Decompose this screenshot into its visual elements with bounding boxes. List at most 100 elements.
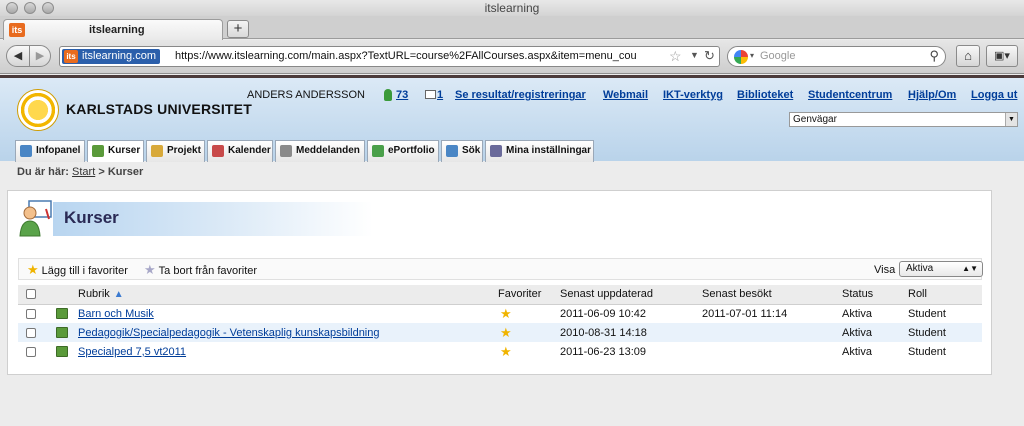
- university-name[interactable]: KARLSTADS UNIVERSITET: [66, 101, 252, 117]
- updated-cell: 2011-06-09 10:42: [560, 307, 647, 320]
- show-filter-value: Aktiva: [906, 263, 934, 274]
- browser-tab-label: itslearning: [89, 24, 145, 36]
- online-users-icon: [384, 89, 392, 101]
- courses-table: Rubrik ▲ Favoriter Senast uppdaterad Sena…: [18, 285, 982, 361]
- itslearning-favicon-icon: its: [9, 23, 25, 37]
- browser-tab[interactable]: its itslearning: [3, 19, 223, 40]
- table-row: Pedagogik/Specialpedagogik - Vetenskapli…: [18, 323, 982, 342]
- breadcrumb-start-link[interactable]: Start: [72, 166, 95, 178]
- show-filter-label: Visa: [874, 264, 896, 276]
- add-favorite-label: Lägg till i favoriter: [41, 265, 128, 277]
- status-cell: Aktiva: [842, 345, 872, 358]
- ikt-tools-link[interactable]: IKT-verktyg: [663, 89, 723, 101]
- help-link[interactable]: Hjälp/Om: [908, 89, 956, 101]
- show-filter-select[interactable]: Aktiva ▲▼: [899, 261, 983, 277]
- updated-column-header[interactable]: Senast uppdaterad: [560, 285, 702, 305]
- browser-navbar: ◀ ▶ its itslearning.com https://www.itsl…: [0, 40, 1024, 74]
- google-icon[interactable]: [734, 50, 748, 64]
- courses-teacher-icon: [19, 200, 52, 237]
- title-column-header[interactable]: Rubrik ▲: [78, 285, 498, 305]
- visited-column-header[interactable]: Senast besökt: [702, 285, 842, 305]
- tab-label: ePortfolio: [388, 145, 435, 156]
- breadcrumb-current: Kurser: [107, 166, 144, 178]
- star-add-icon: ★: [27, 262, 39, 277]
- add-favorite-button[interactable]: ★ Lägg till i favoriter: [27, 262, 128, 278]
- remove-favorite-button[interactable]: ★ Ta bort från favoriter: [144, 262, 257, 278]
- status-column-header[interactable]: Status: [842, 285, 908, 305]
- new-tab-button[interactable]: +: [227, 20, 249, 38]
- favorite-star-icon[interactable]: ★: [498, 344, 512, 359]
- project-icon: [151, 145, 163, 157]
- updated-cell: 2010-08-31 14:18: [560, 323, 702, 342]
- page: KARLSTADS UNIVERSITET ANDERS ANDERSSON 7…: [0, 75, 1024, 426]
- tab-calendar[interactable]: Kalender: [207, 140, 273, 162]
- search-engine-dropdown-icon[interactable]: ▾: [750, 51, 754, 60]
- select-all-checkbox[interactable]: [26, 289, 36, 300]
- reload-icon[interactable]: ↻: [704, 48, 715, 64]
- role-column-header[interactable]: Roll: [908, 285, 982, 305]
- university-logo-icon[interactable]: [17, 89, 59, 131]
- forward-button[interactable]: ▶: [29, 45, 51, 67]
- course-link[interactable]: Pedagogik/Specialpedagogik - Vetenskapli…: [78, 327, 380, 339]
- course-link[interactable]: Barn och Musik: [78, 308, 154, 320]
- favorites-toolbar: ★ Lägg till i favoriter ★ Ta bort från fav…: [18, 258, 983, 280]
- bookmark-star-icon[interactable]: ☆: [669, 48, 682, 65]
- course-link[interactable]: Specialped 7,5 vt2011: [78, 346, 186, 358]
- tab-label: Sök: [462, 145, 481, 156]
- url-history-dropdown-icon[interactable]: ▼: [690, 50, 699, 60]
- shortcuts-select[interactable]: Genvägar ▼: [789, 112, 1018, 127]
- row-checkbox[interactable]: [26, 327, 36, 338]
- row-checkbox[interactable]: [26, 346, 36, 357]
- back-button[interactable]: ◀: [6, 45, 30, 67]
- results-link[interactable]: Se resultat/registreringar: [455, 89, 586, 101]
- home-button[interactable]: ⌂: [956, 45, 980, 67]
- search-input[interactable]: Google: [760, 50, 795, 62]
- sort-ascending-icon[interactable]: ▲: [114, 289, 124, 300]
- tab-infopanel[interactable]: Infopanel: [15, 140, 85, 162]
- row-checkbox[interactable]: [26, 308, 36, 319]
- role-cell: Student: [908, 323, 982, 342]
- tab-label: Kurser: [108, 145, 141, 156]
- chevron-down-icon: ▼: [1005, 113, 1017, 126]
- tab-projects[interactable]: Projekt: [146, 140, 205, 162]
- favorite-star-icon[interactable]: ★: [498, 325, 512, 340]
- favorites-column-header[interactable]: Favoriter: [498, 285, 560, 305]
- settings-icon: [490, 145, 502, 157]
- breadcrumb: Du är här: Start > Kurser: [17, 166, 143, 178]
- tab-search[interactable]: Sök: [441, 140, 483, 162]
- tab-eportfolio[interactable]: ePortfolio: [367, 140, 439, 162]
- url-text[interactable]: https://www.itslearning.com/main.aspx?Te…: [175, 50, 665, 62]
- logout-link[interactable]: Logga ut: [971, 89, 1017, 101]
- bookmarks-menu-button[interactable]: ▣▾: [986, 45, 1018, 67]
- browser-tabstrip: its itslearning: [0, 16, 1024, 40]
- page-title: Kurser: [64, 208, 119, 227]
- table-row: Barn och Musik ★ 2011-06-09 10:42 2011-0…: [18, 304, 982, 323]
- site-header: KARLSTADS UNIVERSITET ANDERS ANDERSSON 7…: [0, 75, 1024, 162]
- breadcrumb-separator: >: [98, 166, 105, 178]
- messages-icon: [280, 145, 292, 157]
- role-cell: Student: [908, 345, 946, 358]
- tab-settings[interactable]: Mina inställningar: [485, 140, 594, 162]
- eportfolio-icon: [372, 145, 384, 157]
- student-center-link[interactable]: Studentcentrum: [808, 89, 892, 101]
- status-cell: Aktiva: [842, 323, 908, 342]
- library-link[interactable]: Biblioteket: [737, 89, 793, 101]
- itslearning-favicon-icon: its: [64, 50, 78, 63]
- visited-cell: [702, 342, 842, 361]
- online-users-count[interactable]: 73: [396, 89, 408, 101]
- site-identity-label: itslearning.com: [82, 50, 156, 62]
- tab-messages[interactable]: Meddelanden: [275, 140, 365, 162]
- status-cell: Aktiva: [842, 307, 872, 320]
- magnifier-icon[interactable]: ⚲: [929, 48, 939, 64]
- site-identity-badge[interactable]: its itslearning.com: [62, 49, 160, 64]
- table-header-row: Rubrik ▲ Favoriter Senast uppdaterad Sena…: [18, 285, 982, 305]
- search-bar[interactable]: ▾ Google ⚲: [727, 46, 946, 67]
- favorite-star-icon[interactable]: ★: [498, 306, 512, 321]
- tab-courses[interactable]: Kurser: [87, 140, 144, 162]
- message-count[interactable]: 1: [437, 89, 443, 101]
- address-bar[interactable]: its itslearning.com https://www.itslearn…: [59, 46, 720, 67]
- home-icon: [20, 145, 32, 157]
- remove-favorite-label: Ta bort från favoriter: [158, 265, 258, 277]
- webmail-link[interactable]: Webmail: [603, 89, 648, 101]
- tab-label: Infopanel: [36, 145, 81, 156]
